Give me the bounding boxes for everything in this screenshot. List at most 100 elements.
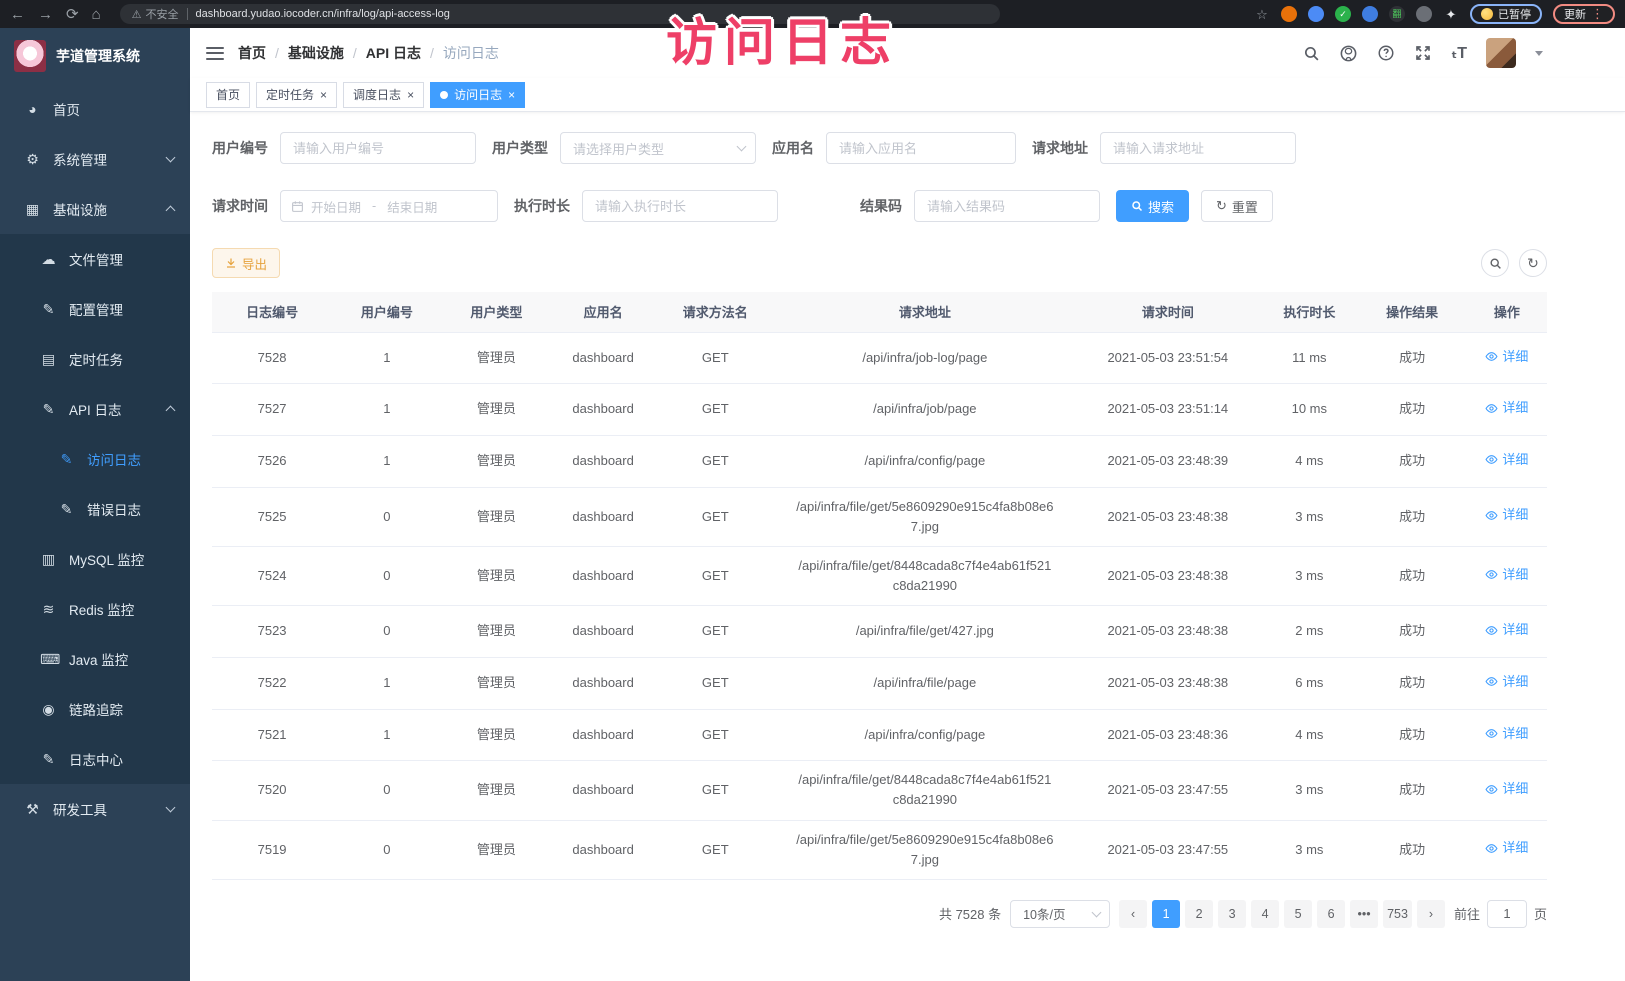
detail-link[interactable]: 详细 — [1485, 724, 1528, 744]
tab-调度日志[interactable]: 调度日志× — [343, 82, 424, 108]
chevron-down-icon — [1092, 907, 1102, 917]
checkmark-icon[interactable]: ✓ — [1335, 6, 1351, 22]
result-code-input[interactable] — [914, 190, 1100, 222]
apps-grid-icon[interactable] — [1362, 6, 1378, 22]
font-size-icon[interactable]: ₜT — [1451, 43, 1467, 63]
page-button-4[interactable]: 4 — [1251, 900, 1279, 928]
table-cell: 7526 — [212, 435, 332, 487]
table-cell: GET — [655, 332, 775, 384]
detail-link[interactable]: 详细 — [1485, 672, 1528, 692]
help-icon[interactable] — [1377, 44, 1395, 62]
avatar-caret-icon[interactable] — [1535, 51, 1543, 56]
table-cell: 成功 — [1357, 487, 1466, 546]
close-icon[interactable]: × — [320, 89, 327, 101]
pinned-star-icon[interactable]: ✦ — [1443, 6, 1459, 22]
breadcrumb-item[interactable]: 首页 — [238, 43, 266, 63]
tab-定时任务[interactable]: 定时任务× — [256, 82, 337, 108]
paused-badge[interactable]: 已暂停 — [1470, 4, 1542, 24]
sidebar-item-研发工具[interactable]: ⚒研发工具 — [0, 784, 190, 834]
sidebar-item-配置管理[interactable]: ✎配置管理 — [0, 284, 190, 334]
app-name-input[interactable] — [826, 132, 1016, 164]
address-bar[interactable]: ⚠ 不安全 dashboard.yudao.iocoder.cn/infra/l… — [120, 4, 1000, 24]
browser-menu-icon[interactable]: ⋮ — [1591, 6, 1604, 22]
sidebar-item-错误日志[interactable]: ✎错误日志 — [0, 484, 190, 534]
export-button[interactable]: 导出 — [212, 248, 280, 278]
forward-icon[interactable]: → — [38, 7, 53, 22]
sidebar-item-文件管理[interactable]: ☁文件管理 — [0, 234, 190, 284]
sidebar-item-系统管理[interactable]: ⚙系统管理 — [0, 134, 190, 184]
detail-link[interactable]: 详细 — [1485, 398, 1528, 418]
next-page-button[interactable]: › — [1417, 900, 1445, 928]
translate-icon[interactable]: 翻 — [1389, 6, 1405, 22]
breadcrumb-item[interactable]: API 日志 — [366, 43, 421, 63]
detail-link[interactable]: 详细 — [1485, 620, 1528, 640]
tab-首页[interactable]: 首页 — [206, 82, 250, 108]
detail-link[interactable]: 详细 — [1485, 450, 1528, 470]
close-icon[interactable]: × — [508, 89, 515, 101]
date-range-picker[interactable]: 开始日期 - 结束日期 — [280, 190, 498, 222]
sidebar-item-定时任务[interactable]: ▤定时任务 — [0, 334, 190, 384]
home-icon[interactable]: ⌂ — [92, 7, 101, 22]
github-icon[interactable] — [1339, 44, 1358, 63]
back-icon[interactable]: ← — [10, 7, 25, 22]
close-icon[interactable]: × — [407, 89, 414, 101]
reset-button[interactable]: ↻ 重置 — [1201, 190, 1273, 222]
user-type-select[interactable]: 请选择用户类型 — [560, 132, 756, 164]
table-cell: 2 ms — [1261, 606, 1357, 658]
search-icon[interactable] — [1303, 45, 1320, 62]
breadcrumb-item[interactable]: 基础设施 — [288, 43, 344, 63]
refresh-circle-icon[interactable]: ↻ — [1519, 249, 1547, 277]
search-circle-icon[interactable] — [1481, 249, 1509, 277]
actions-cell: 详细 — [1467, 435, 1547, 487]
sidebar-toggle-icon[interactable] — [206, 47, 224, 60]
page-button-1[interactable]: 1 — [1152, 900, 1180, 928]
sidebar-item-访问日志[interactable]: ✎访问日志 — [0, 434, 190, 484]
error-log-icon: ✎ — [58, 501, 75, 518]
sidebar-item-MySQL 监控[interactable]: ▥MySQL 监控 — [0, 534, 190, 584]
search-button[interactable]: 搜索 — [1116, 190, 1189, 222]
sidebar-item-链路追踪[interactable]: ◉链路追踪 — [0, 684, 190, 734]
sidebar-item-日志中心[interactable]: ✎日志中心 — [0, 734, 190, 784]
user-id-input[interactable] — [280, 132, 476, 164]
tab-访问日志[interactable]: 访问日志× — [430, 82, 525, 108]
detail-link[interactable]: 详细 — [1485, 838, 1528, 858]
sidebar-item-基础设施[interactable]: ▦基础设施 — [0, 184, 190, 234]
actions-cell: 详细 — [1467, 657, 1547, 709]
puzzle-icon[interactable] — [1416, 6, 1432, 22]
app-logo-row[interactable]: 芋道管理系统 — [0, 28, 190, 84]
more-pages-button[interactable]: ••• — [1350, 900, 1378, 928]
goto-page-input[interactable] — [1487, 900, 1527, 928]
page-button-2[interactable]: 2 — [1185, 900, 1213, 928]
redis-monitor-icon: ≋ — [40, 601, 57, 618]
adblock-icon[interactable] — [1281, 6, 1297, 22]
page-button-6[interactable]: 6 — [1317, 900, 1345, 928]
fullscreen-icon[interactable] — [1414, 44, 1432, 62]
detail-link[interactable]: 详细 — [1485, 779, 1528, 799]
detail-link[interactable]: 详细 — [1485, 565, 1528, 585]
sidebar-item-API 日志[interactable]: ✎API 日志 — [0, 384, 190, 434]
actions-cell: 详细 — [1467, 761, 1547, 820]
duration-input[interactable] — [582, 190, 778, 222]
user-avatar[interactable] — [1486, 38, 1516, 68]
page-button-3[interactable]: 3 — [1218, 900, 1246, 928]
security-warning[interactable]: ⚠ 不安全 — [132, 6, 179, 22]
sidebar-item-Java 监控[interactable]: ⌨Java 监控 — [0, 634, 190, 684]
update-button[interactable]: 更新 ⋮ — [1553, 4, 1615, 24]
page-size-select[interactable]: 10条/页 — [1010, 900, 1110, 928]
page-button-753[interactable]: 753 — [1383, 900, 1412, 928]
actions-cell: 详细 — [1467, 332, 1547, 384]
sidebar-item-Redis 监控[interactable]: ≋Redis 监控 — [0, 584, 190, 634]
shield-icon[interactable] — [1308, 6, 1324, 22]
page-button-5[interactable]: 5 — [1284, 900, 1312, 928]
prev-page-button[interactable]: ‹ — [1119, 900, 1147, 928]
bookmark-star-icon[interactable]: ☆ — [1254, 6, 1270, 22]
detail-link[interactable]: 详细 — [1485, 505, 1528, 525]
table-cell: GET — [655, 487, 775, 546]
detail-link[interactable]: 详细 — [1485, 347, 1528, 367]
reload-icon[interactable]: ⟳ — [66, 7, 79, 22]
request-url-input[interactable] — [1100, 132, 1296, 164]
table-cell: GET — [655, 820, 775, 879]
table-cell: 0 — [332, 761, 441, 820]
sidebar-item-首页[interactable]: ◕首页 — [0, 84, 190, 134]
table-row: 75250管理员dashboardGET/api/infra/file/get/… — [212, 487, 1547, 546]
